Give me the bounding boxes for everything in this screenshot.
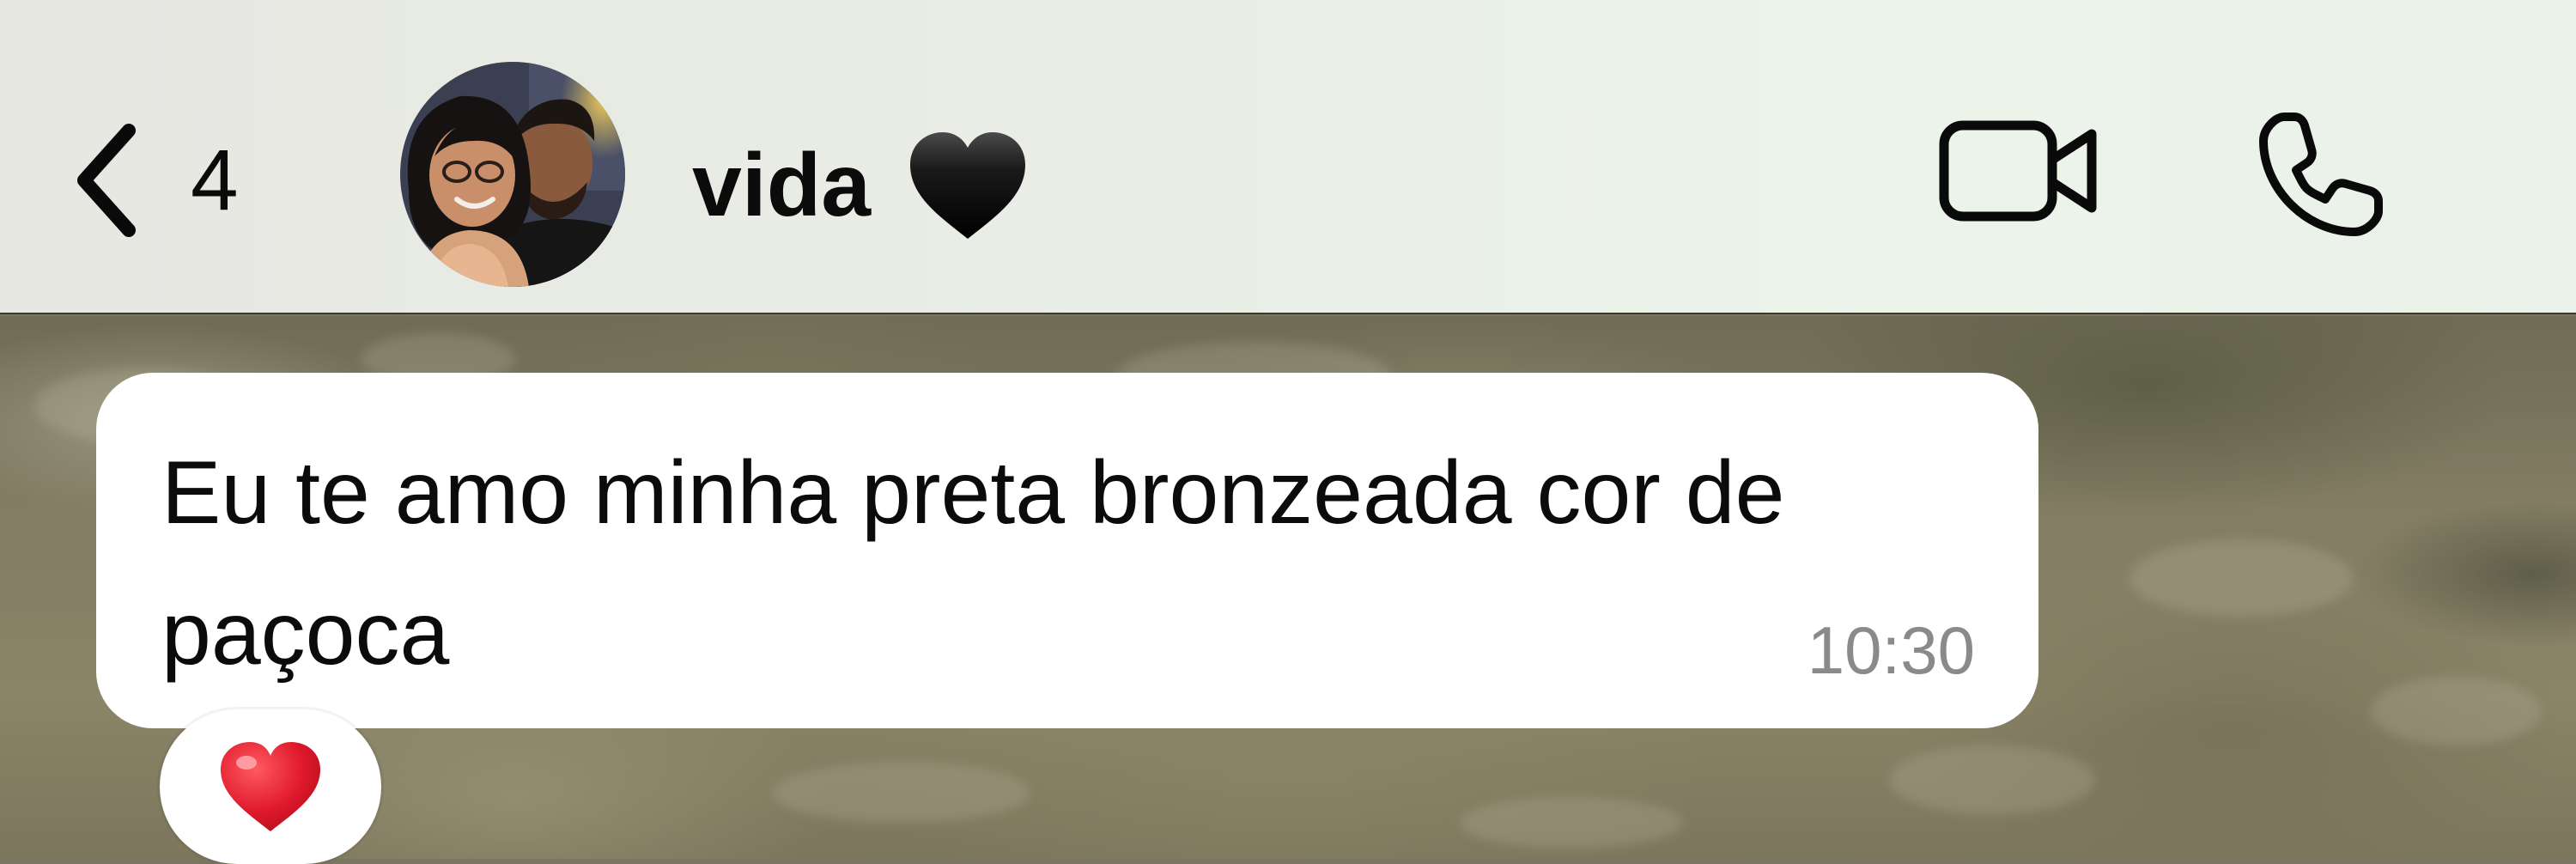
phone-icon <box>2259 113 2383 236</box>
chevron-left-icon <box>77 124 136 237</box>
black-heart-icon <box>910 132 1026 239</box>
message-bubble[interactable]: Eu te amo minha preta bronzeada cor de p… <box>96 373 2038 728</box>
message-timestamp: 10:30 <box>1807 612 1975 688</box>
contact-photo <box>400 62 625 287</box>
chat-header: 4 vida <box>0 0 2576 314</box>
back-button[interactable]: 4 <box>69 120 239 240</box>
message-reaction[interactable] <box>160 709 381 864</box>
unread-count: 4 <box>191 132 239 228</box>
avatar[interactable] <box>400 62 625 287</box>
red-heart-icon <box>221 742 320 831</box>
voice-call-button[interactable] <box>2251 106 2389 244</box>
contact-name-label: vida <box>692 136 872 235</box>
video-camera-icon <box>1939 120 2097 222</box>
message-text: Eu te amo minha preta bronzeada cor de p… <box>161 443 1785 684</box>
contact-name[interactable]: vida <box>692 127 1030 244</box>
video-call-button[interactable] <box>1937 115 2100 227</box>
